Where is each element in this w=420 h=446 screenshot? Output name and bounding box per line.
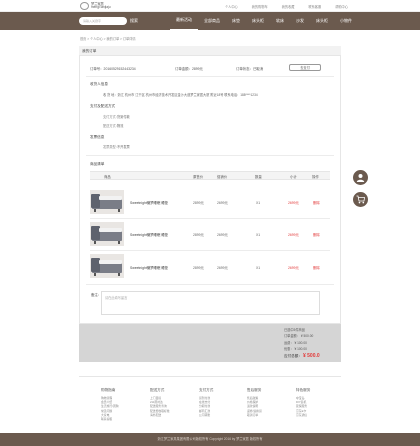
orig-price: 2899元 — [193, 201, 204, 205]
ship-method: 配送方式：物流 — [103, 124, 124, 128]
delete-button[interactable]: 删除 — [313, 232, 320, 237]
top-bar — [0, 0, 420, 12]
nav-item-nightstand[interactable]: 床头柜 — [246, 12, 270, 30]
cart-button[interactable] — [353, 192, 368, 207]
footer-col-special: 特色服务 夺宝岛 DIY装机 延保服务 京东E卡 京东通信 — [296, 388, 332, 417]
divider — [86, 76, 334, 77]
breadcrumb[interactable]: 首页 > 个人中心 > 我的订单 > 订单详情 — [80, 36, 136, 41]
order-status: 订单状态：已取消 — [236, 67, 264, 71]
receiver-address: 收 货 地：浙江 杭州市 江干区 杭州市经济技术开发区金沙大道梦兰家居大厦 附近… — [103, 93, 258, 97]
subtotal: 2699元 — [288, 201, 299, 205]
quantity: X1 — [256, 266, 261, 270]
product-image[interactable] — [90, 254, 124, 278]
footer-link[interactable]: 海外配送 — [150, 413, 186, 417]
nav-item-sofa[interactable]: 沙发 — [290, 12, 310, 30]
invoice-type: 发票类型：不开发票 — [103, 145, 130, 149]
pay-method: 支付方式：货到付款 — [103, 115, 130, 119]
summary-order-amount: 订单金额： ¥ 500.00 — [284, 334, 314, 338]
user-icon — [356, 174, 365, 182]
promo-price: 2699元 — [217, 201, 228, 205]
quantity: X1 — [256, 233, 261, 237]
orig-price: 2899元 — [193, 233, 204, 237]
footer-link[interactable]: 京东通信 — [296, 413, 332, 417]
product-name[interactable]: Sweetnight懒梦睡眠 睡垫 — [130, 265, 168, 270]
footer-col-aftersales: 售后服务 售后政策 价格保护 退款说明 返修/退换货 取消订单 — [247, 388, 283, 417]
product-image[interactable] — [90, 190, 124, 214]
payment-title: 支付及配送方式 — [90, 104, 116, 108]
remark-label: 备注： — [91, 293, 102, 297]
remark-textarea[interactable]: 请在此填写留言 — [101, 291, 320, 315]
nav-item-latest[interactable]: 最新活动 — [170, 12, 198, 30]
logo-text: 梦兰家居 mengl ianjiaju — [91, 1, 111, 10]
subtotal: 2699元 — [288, 233, 299, 237]
top-links: 个人中心 我的购物车 我的收藏 联系客服 帮助中心 — [225, 4, 348, 9]
search-input[interactable]: 请输入关键字 — [79, 17, 127, 25]
copyright: 浙江梦兰家具集团有限公司版权所有 Copyright 2016 by 梦兰家居 … — [0, 433, 420, 446]
th-orig-price: 原售价 — [193, 175, 204, 179]
order-panel-header — [79, 46, 341, 56]
top-link[interactable]: 我的购物车 — [252, 4, 268, 9]
footer-col-delivery: 配送方式 上门自提 211限时达 配送服务查询 配送费收取标准 海外配送 — [150, 388, 186, 417]
divider — [86, 284, 334, 285]
top-link[interactable]: 帮助中心 — [335, 4, 348, 9]
footer-col-payment: 支付方式 货到付款 在线支付 分期付款 邮局汇款 公司转账 — [199, 388, 235, 417]
delete-button[interactable]: 删除 — [313, 265, 320, 270]
footer-col-guide: 购物指南 购物流程 会员介绍 生活旅行/团购 常见问题 大家电 联系客服 — [101, 388, 137, 421]
subtotal: 2699元 — [288, 266, 299, 270]
row-divider — [90, 250, 330, 251]
th-action: 操作 — [312, 175, 319, 179]
invoice-title: 发票信息 — [90, 135, 105, 139]
top-link[interactable]: 联系客服 — [308, 4, 321, 9]
top-link[interactable]: 个人中心 — [225, 4, 238, 9]
order-amount: 订单金额：2899元 — [175, 67, 203, 71]
quantity: X1 — [256, 201, 261, 205]
row-divider — [90, 218, 330, 219]
user-center-button[interactable] — [353, 170, 368, 185]
promo-price: 2699元 — [217, 233, 228, 237]
delete-button[interactable]: 删除 — [313, 200, 320, 205]
page-title: 我的订单 — [82, 49, 97, 53]
nav-item-accessories[interactable]: 小物件 — [334, 12, 358, 30]
cart-icon — [356, 195, 365, 204]
product-name[interactable]: Sweetnight懒梦睡眠 睡垫 — [130, 232, 168, 237]
th-subtotal: 小计 — [290, 175, 297, 179]
footer-link[interactable]: 联系客服 — [101, 417, 137, 421]
nav-item-mattress[interactable]: 床垫 — [226, 12, 246, 30]
th-qty: 数量 — [255, 175, 262, 179]
footer-divider — [79, 376, 341, 377]
footer-link[interactable]: 取消订单 — [247, 413, 283, 417]
products-title: 商品清单 — [90, 162, 105, 166]
nav-item-nightstand-2[interactable]: 床头柜 — [310, 12, 334, 30]
receiver-title: 收货人信息 — [90, 82, 108, 86]
product-image[interactable] — [90, 222, 124, 246]
th-promo-price: 促销价 — [217, 175, 228, 179]
selected-count: 已选中3件商品 — [284, 328, 305, 332]
order-panel — [79, 46, 341, 324]
main-nav: 最新活动 全部商品 床垫 床头柜 软床 沙发 床头柜 小物件 — [170, 12, 358, 30]
summary-discount: 优惠： ¥ 100.00 — [284, 347, 307, 351]
th-product: 商品 — [104, 175, 111, 179]
search-button[interactable]: 搜索 — [130, 17, 138, 25]
summary-total: 应付总额： ¥ 500.0 — [284, 353, 320, 359]
top-link[interactable]: 我的收藏 — [282, 4, 295, 9]
order-number: 订单号：20160529152443234 — [90, 67, 136, 71]
nav-item-soft-bed[interactable]: 软床 — [270, 12, 290, 30]
pay-button[interactable]: 去支付 — [289, 64, 321, 71]
orig-price: 2899元 — [193, 266, 204, 270]
summary-freight: 运费： ¥ 100.00 — [284, 341, 307, 345]
product-name[interactable]: Sweetnight懒梦睡眠 睡垫 — [130, 200, 168, 205]
nav-item-all[interactable]: 全部商品 — [198, 12, 226, 30]
promo-price: 2699元 — [217, 266, 228, 270]
divider — [86, 155, 334, 156]
footer-link[interactable]: 公司转账 — [199, 413, 235, 417]
logo-icon[interactable] — [80, 2, 89, 10]
